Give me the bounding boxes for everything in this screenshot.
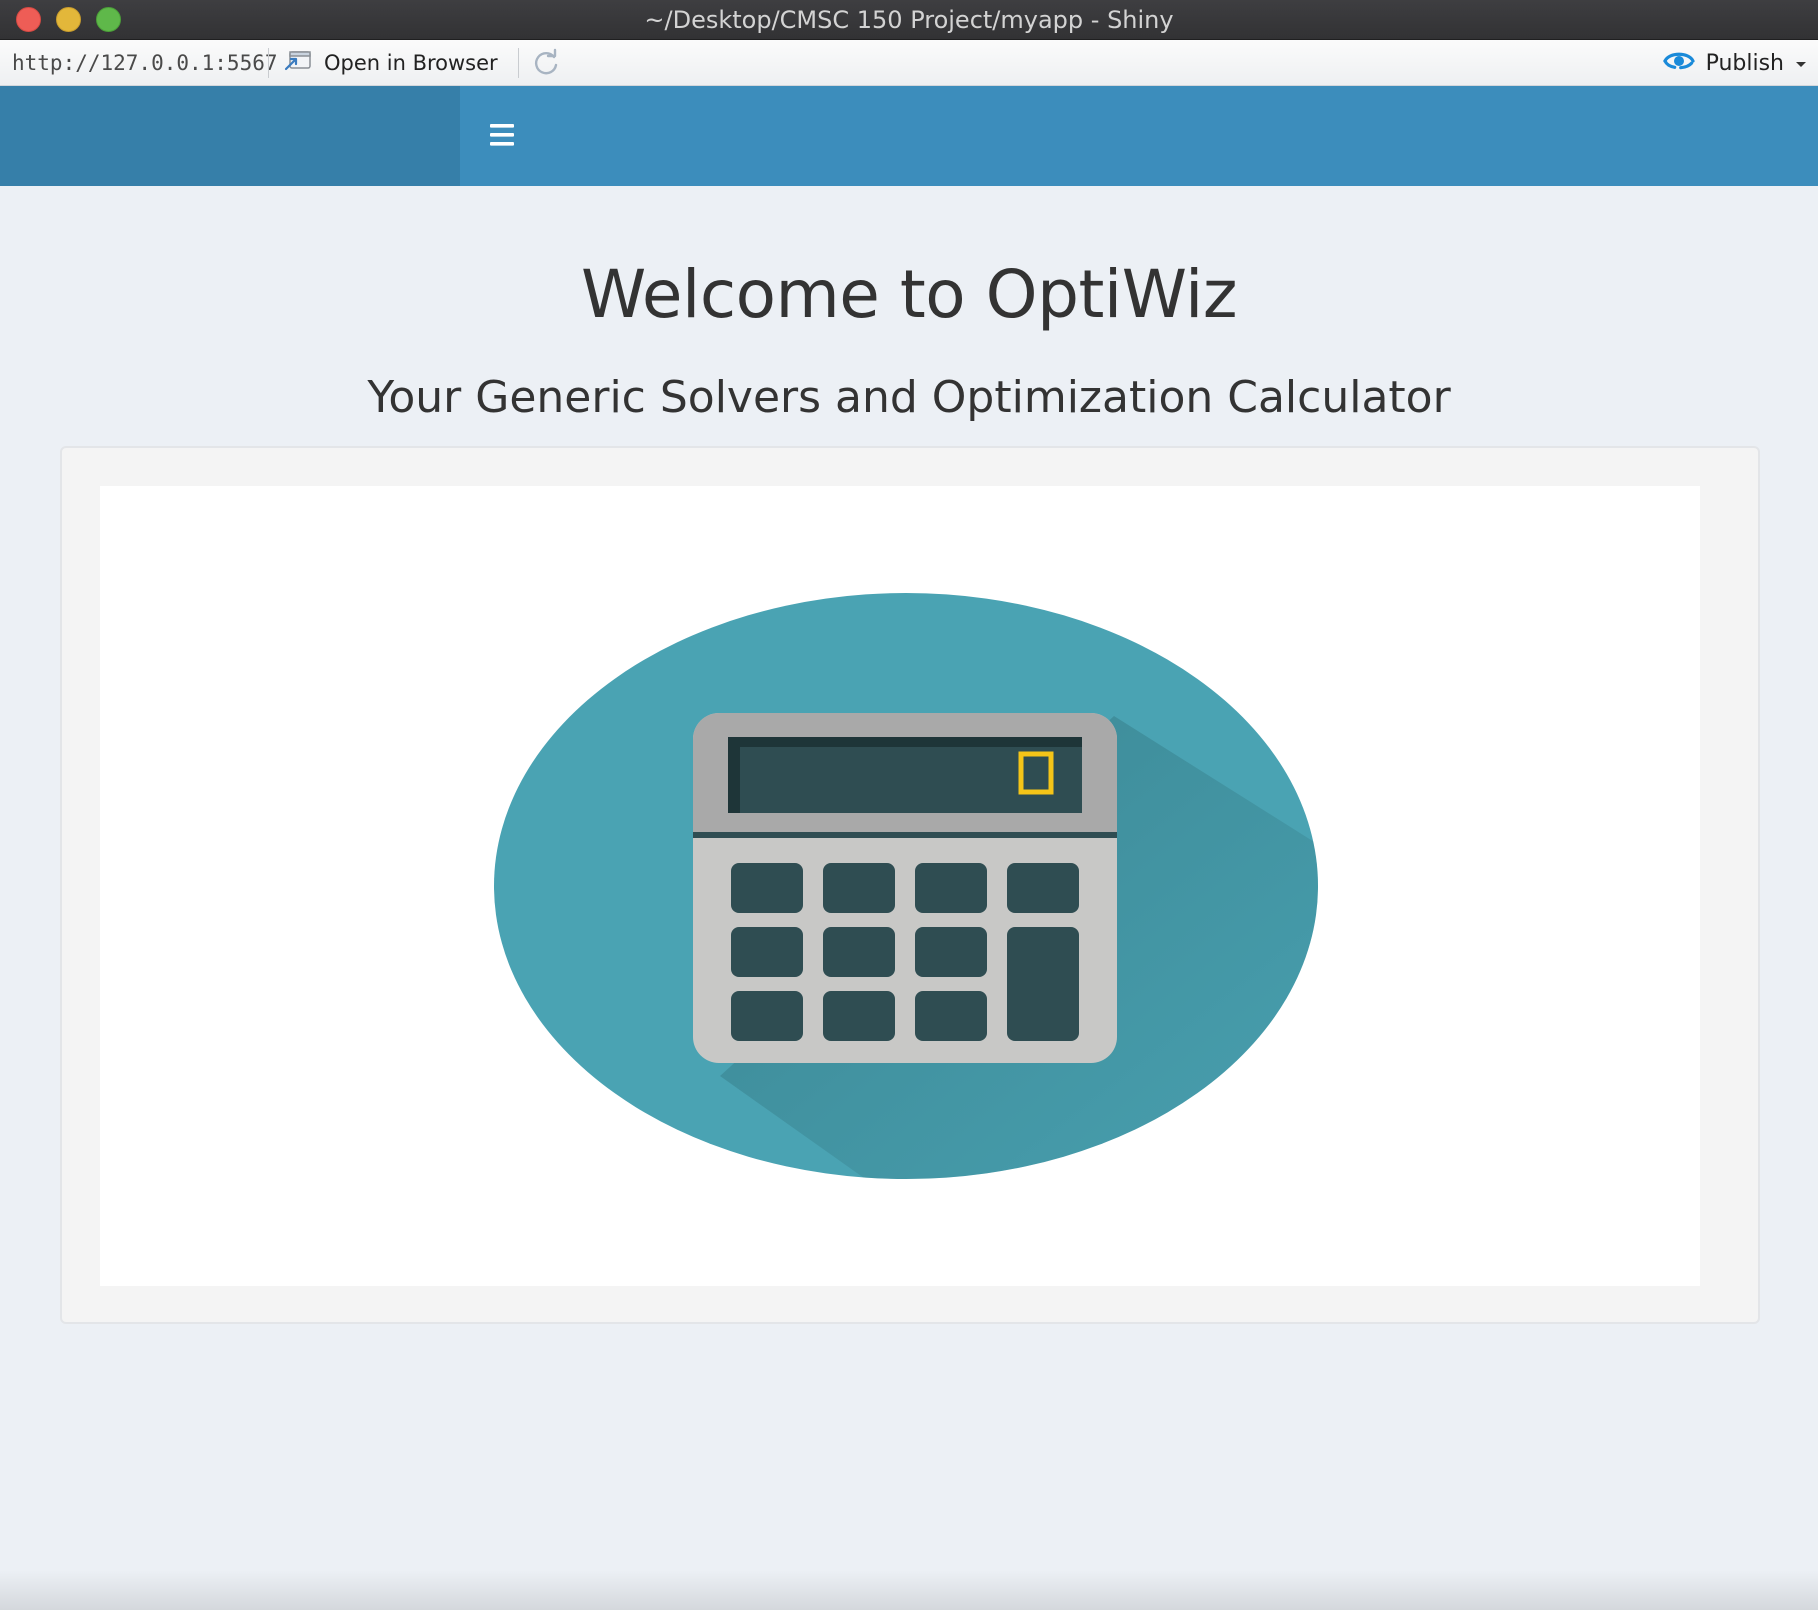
- window-bottom-shadow: [0, 1570, 1818, 1610]
- viewer-toolbar: http://127.0.0.1:5567 Open in Browser Pu…: [0, 40, 1818, 86]
- title-bar: ~/Desktop/CMSC 150 Project/myapp - Shiny: [0, 0, 1818, 40]
- publish-button[interactable]: Publish: [1662, 40, 1808, 86]
- calculator-icon: [494, 593, 1318, 1179]
- image-frame: [100, 486, 1700, 1286]
- page-subtitle: Your Generic Solvers and Optimization Ca…: [367, 372, 1451, 423]
- publish-label: Publish: [1705, 50, 1784, 76]
- sidebar-toggle-button[interactable]: [476, 112, 528, 160]
- logo-area: [0, 86, 460, 186]
- main-content: Welcome to OptiWiz Your Generic Solvers …: [0, 186, 1818, 1610]
- hamburger-icon: [490, 124, 514, 146]
- window-title: ~/Desktop/CMSC 150 Project/myapp - Shiny: [644, 6, 1174, 34]
- toolbar-divider: [518, 48, 519, 78]
- page-title: Welcome to OptiWiz: [581, 256, 1237, 333]
- refresh-button[interactable]: [530, 48, 562, 78]
- toolbar-divider: [268, 48, 269, 78]
- image-card: [60, 446, 1760, 1324]
- open-in-browser-label: Open in Browser: [324, 51, 498, 75]
- app-window: ~/Desktop/CMSC 150 Project/myapp - Shiny…: [0, 0, 1818, 1610]
- publish-icon: [1662, 47, 1696, 79]
- url-display[interactable]: http://127.0.0.1:5567: [12, 40, 278, 86]
- refresh-icon: [535, 48, 558, 75]
- chevron-down-icon: [1794, 54, 1808, 73]
- open-browser-icon: [284, 49, 312, 77]
- app-header: [0, 86, 1818, 186]
- open-in-browser-button[interactable]: Open in Browser: [284, 40, 498, 86]
